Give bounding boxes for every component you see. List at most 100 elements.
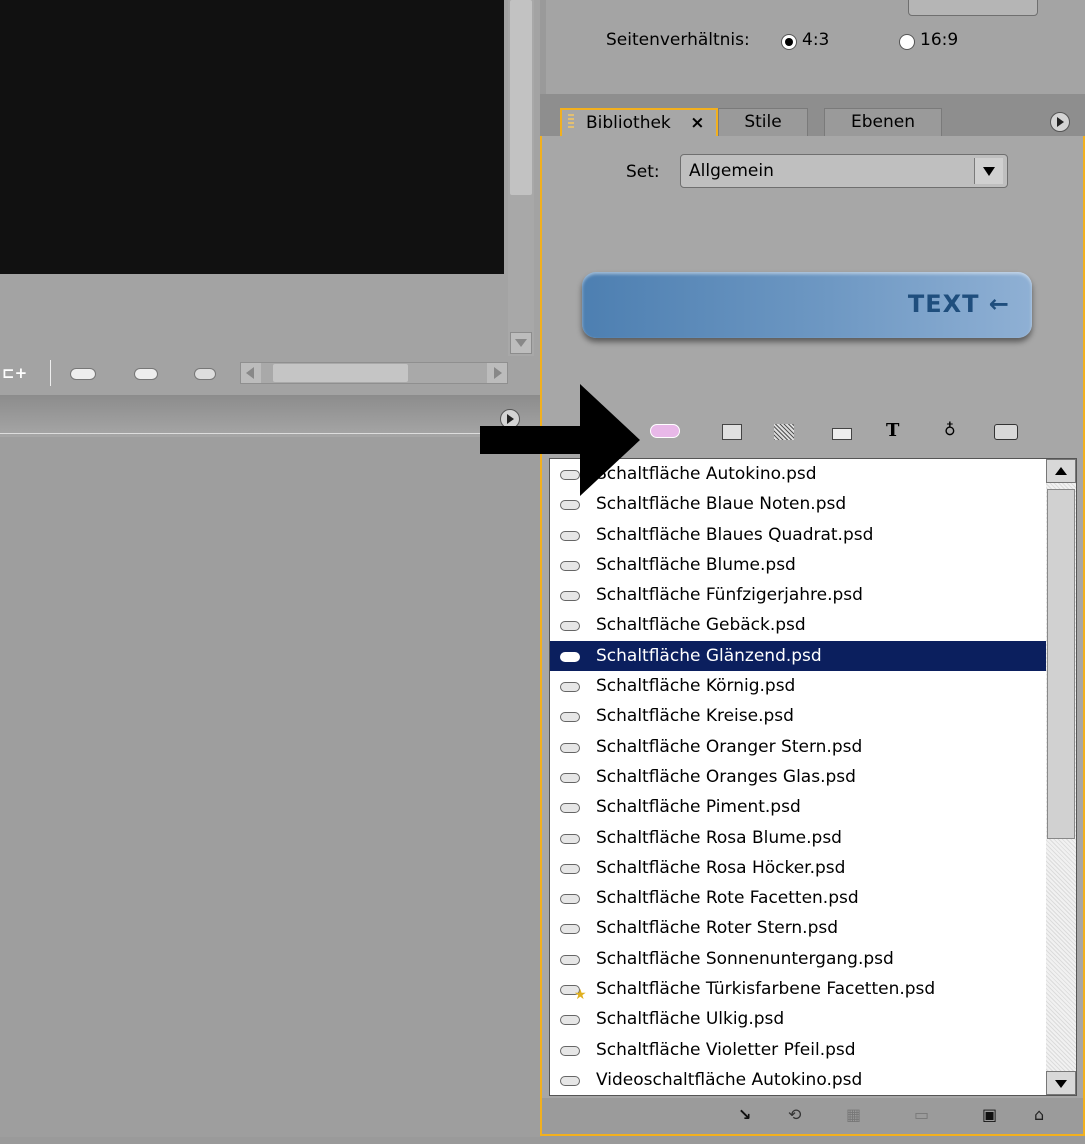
list-item[interactable]: Schaltfläche Oranger Stern.psd bbox=[550, 732, 1046, 762]
list-item[interactable]: Schaltfläche Blaues Quadrat.psd bbox=[550, 520, 1046, 550]
list-item-label: Schaltfläche Roter Stern.psd bbox=[596, 918, 839, 939]
button-shape-icon[interactable] bbox=[70, 368, 96, 380]
list-item[interactable]: Schaltfläche Sonnenuntergang.psd bbox=[550, 944, 1046, 974]
set-dropdown[interactable]: Allgemein bbox=[680, 154, 1008, 188]
list-item-label: Schaltfläche Gebäck.psd bbox=[596, 615, 806, 636]
list-item[interactable]: Schaltfläche Roter Stern.psd bbox=[550, 913, 1046, 943]
hscroll-thumb[interactable] bbox=[273, 364, 408, 382]
list-item-label: Schaltfläche Violetter Pfeil.psd bbox=[596, 1039, 856, 1060]
list-item-label: Schaltfläche Kreise.psd bbox=[596, 706, 794, 727]
new-item-icon[interactable]: ▭ bbox=[914, 1106, 934, 1124]
scroll-down-button[interactable] bbox=[510, 332, 532, 354]
aspect-16-9-label: 16:9 bbox=[920, 30, 959, 50]
list-item-label: Schaltfläche Sonnenuntergang.psd bbox=[596, 948, 894, 969]
list-item[interactable]: Schaltfläche Rosa Blume.psd bbox=[550, 823, 1046, 853]
replace-icon[interactable]: ⟲ bbox=[788, 1106, 808, 1124]
button-item-icon bbox=[560, 712, 580, 723]
list-item-label: Schaltfläche Türkisfarbene Facetten.psd bbox=[596, 979, 936, 1000]
video-preview bbox=[0, 0, 504, 274]
list-item-label: Schaltfläche Blaues Quadrat.psd bbox=[596, 524, 874, 545]
tab-label: Stile bbox=[744, 112, 782, 132]
button-item-icon bbox=[560, 772, 580, 783]
tab-label: Bibliothek bbox=[586, 113, 671, 133]
button-item-icon bbox=[560, 1075, 580, 1086]
scrollbar-thumb[interactable] bbox=[510, 0, 532, 195]
scroll-right-button[interactable] bbox=[487, 363, 507, 383]
button-item-icon bbox=[560, 833, 580, 844]
trash-icon[interactable]: ⌂ bbox=[1034, 1106, 1054, 1124]
list-item[interactable]: Schaltfläche Gebäck.psd bbox=[550, 610, 1046, 640]
list-vertical-scrollbar[interactable] bbox=[1046, 459, 1076, 1095]
button-item-icon bbox=[560, 682, 580, 693]
list-item[interactable]: Schaltfläche Kreise.psd bbox=[550, 701, 1046, 731]
text-filter-icon[interactable]: T bbox=[886, 420, 906, 441]
apply-arrow-icon[interactable]: ↘ bbox=[738, 1106, 758, 1124]
list-item[interactable]: Schaltfläche Rote Facetten.psd bbox=[550, 883, 1046, 913]
list-item[interactable]: Schaltfläche Blume.psd bbox=[550, 550, 1046, 580]
list-item-label: Videoschaltfläche Autokino.psd bbox=[596, 1069, 863, 1090]
add-track-icon[interactable]: ⊏+ bbox=[2, 364, 27, 382]
scroll-down-button[interactable] bbox=[1046, 1071, 1076, 1095]
button-item-icon bbox=[560, 621, 580, 632]
toolbar-divider bbox=[50, 360, 51, 386]
new-file-icon[interactable]: ▣ bbox=[982, 1106, 1002, 1124]
list-item-label: Schaltfläche Rosa Blume.psd bbox=[596, 827, 842, 848]
aspect-4-3-label: 4:3 bbox=[802, 30, 830, 50]
list-item[interactable]: Schaltfläche Fünfzigerjahre.psd bbox=[550, 580, 1046, 610]
set-value: Allgemein bbox=[689, 161, 774, 181]
library-panel: Set: Allgemein TEXT ← T ♁ Schaltfläche A… bbox=[540, 136, 1085, 1136]
tab-label: Ebenen bbox=[851, 112, 915, 132]
list-item[interactable]: Videoschaltfläche Autokino.psd bbox=[550, 1065, 1046, 1095]
fill-filter-icon[interactable]: ♁ bbox=[944, 420, 964, 439]
button-item-icon bbox=[560, 500, 580, 511]
button-item-icon bbox=[560, 742, 580, 753]
library-panel-menu-icon[interactable] bbox=[1050, 112, 1070, 132]
list-item-label: Schaltfläche Ulkig.psd bbox=[596, 1009, 785, 1030]
monitor-toolbar: ⊏+ bbox=[0, 356, 534, 392]
button-item-icon bbox=[560, 863, 580, 874]
close-icon[interactable]: × bbox=[690, 113, 704, 133]
rollover-shape-icon[interactable] bbox=[134, 368, 158, 380]
list-item-label: Schaltfläche Blume.psd bbox=[596, 554, 796, 575]
aspect-16-9-radio[interactable] bbox=[899, 34, 915, 50]
button-item-icon bbox=[560, 924, 580, 935]
panel-grip-icon bbox=[568, 114, 574, 130]
preview-text: TEXT ← bbox=[907, 290, 1010, 318]
scroll-left-button[interactable] bbox=[241, 363, 261, 383]
list-item-label: Schaltfläche Piment.psd bbox=[596, 797, 801, 818]
tab-bibliothek[interactable]: Bibliothek × bbox=[560, 108, 718, 136]
list-item[interactable]: Schaltfläche Violetter Pfeil.psd bbox=[550, 1035, 1046, 1065]
folder-filter-icon[interactable] bbox=[832, 428, 852, 440]
list-item[interactable]: Schaltfläche Oranges Glas.psd bbox=[550, 762, 1046, 792]
tab-ebenen[interactable]: Ebenen bbox=[824, 108, 942, 136]
chevron-down-icon[interactable] bbox=[974, 158, 1003, 184]
glow-shape-icon[interactable] bbox=[194, 368, 216, 380]
list-item[interactable]: ★ Schaltfläche Türkisfarbene Facetten.psd bbox=[550, 974, 1046, 1004]
properties-button[interactable] bbox=[908, 0, 1038, 16]
list-item[interactable]: Schaltfläche Ulkig.psd bbox=[550, 1004, 1046, 1034]
aspect-ratio-label: Seitenverhältnis: bbox=[606, 30, 750, 50]
new-texture-icon[interactable]: ▦ bbox=[846, 1106, 866, 1124]
texture-filter-icon[interactable] bbox=[774, 424, 794, 440]
annotation-arrow bbox=[480, 384, 640, 496]
scroll-up-button[interactable] bbox=[1046, 459, 1076, 483]
item-preview: TEXT ← bbox=[582, 272, 1032, 338]
list-item-label: Schaltfläche Rote Facetten.psd bbox=[596, 888, 859, 909]
list-item-label: Schaltfläche Rosa Höcker.psd bbox=[596, 857, 846, 878]
import-filter-icon[interactable] bbox=[994, 424, 1018, 440]
list-item-label: Schaltfläche Glänzend.psd bbox=[596, 645, 822, 666]
list-item[interactable]: Schaltfläche Körnig.psd bbox=[550, 671, 1046, 701]
list-item[interactable]: Schaltfläche Rosa Höcker.psd bbox=[550, 853, 1046, 883]
aspect-4-3-radio[interactable] bbox=[781, 34, 797, 50]
monitor-horizontal-scrollbar[interactable] bbox=[240, 362, 508, 384]
button-filter-icon[interactable] bbox=[650, 424, 680, 438]
monitor-panel: ⊏+ bbox=[0, 0, 540, 395]
list-scrollbar-thumb[interactable] bbox=[1047, 489, 1075, 839]
list-item[interactable]: Schaltfläche Glänzend.psd bbox=[550, 640, 1046, 672]
list-item[interactable]: Schaltfläche Piment.psd bbox=[550, 792, 1046, 822]
lower-panel bbox=[0, 437, 540, 1137]
tab-stile[interactable]: Stile bbox=[718, 108, 808, 136]
library-list-items: Schaltfläche Autokino.psd Schaltfläche Bl… bbox=[550, 459, 1046, 1095]
image-filter-icon[interactable] bbox=[722, 424, 742, 440]
monitor-vertical-scrollbar[interactable] bbox=[508, 0, 534, 356]
